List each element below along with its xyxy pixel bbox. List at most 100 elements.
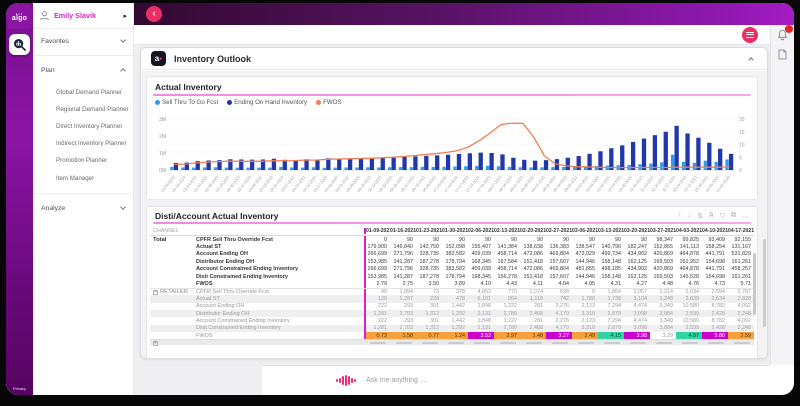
- date-column-header[interactable]: 03-06-2021: [572, 228, 598, 234]
- inventory-chart[interactable]: 0M1M2M3M0510152001-09-202101-16-202101-2…: [149, 114, 758, 200]
- expand-group-button[interactable]: +: [153, 340, 158, 346]
- more-icon[interactable]: …: [742, 212, 749, 220]
- measure-label: FWOS: [196, 332, 213, 339]
- value-cell: 158,148: [601, 258, 622, 265]
- title-underline: [153, 222, 751, 224]
- value-cell: 93,409: [708, 236, 726, 243]
- legend-item[interactable]: FWOS: [316, 99, 342, 106]
- date-column-header[interactable]: 04-10-2021: [702, 228, 728, 234]
- document-button[interactable]: [771, 49, 794, 60]
- value-cell: 0.73: [364, 332, 390, 340]
- date-column-header[interactable]: 04-17-2021: [728, 228, 754, 234]
- value-cell: 3,104: [633, 295, 648, 302]
- value-cell: 146,840: [393, 244, 414, 251]
- back-button[interactable]: ‹: [146, 6, 162, 22]
- value-cell: 2,248: [737, 310, 752, 317]
- text-size-icon[interactable]: A: [709, 212, 714, 220]
- table-title: Disti/Account Actual Inventory: [155, 211, 279, 221]
- top-bar: ‹: [134, 3, 794, 25]
- menu-button[interactable]: [742, 27, 758, 43]
- sort-up-icon[interactable]: ↑: [678, 212, 682, 220]
- voice-waveform-icon[interactable]: [336, 375, 357, 386]
- date-column-header[interactable]: 04-03-2021: [676, 228, 702, 234]
- sidebar-item[interactable]: Indirect Inventory Planner: [33, 136, 133, 153]
- value-cell: 4.11: [532, 281, 543, 288]
- svg-text:5: 5: [739, 155, 742, 161]
- value-cell: 153,985: [364, 272, 390, 281]
- value-cell: 420,869: [653, 266, 674, 273]
- value-cell: 162,125: [627, 273, 648, 280]
- date-column-header[interactable]: 01-23-2021: [416, 228, 442, 234]
- user-expand-arrow-icon[interactable]: ▸: [123, 12, 127, 20]
- value-cell: 271,796: [393, 266, 414, 273]
- value-cell: 531,829: [731, 251, 752, 258]
- export-icon[interactable]: ⧉: [731, 212, 736, 220]
- value-cell: 2,828: [737, 295, 752, 302]
- sidebar-section-plan[interactable]: Plan: [33, 58, 133, 82]
- sidebar-item[interactable]: Direct Inventory Planner: [33, 118, 133, 135]
- date-column-header[interactable]: 03-13-2021: [598, 228, 624, 234]
- date-column-header[interactable]: 02-13-2021: [494, 228, 520, 234]
- value-cell: 2.49: [572, 332, 598, 340]
- expand-group-button[interactable]: +: [153, 289, 158, 295]
- user-menu[interactable]: Emily Slavik ▸: [33, 3, 133, 29]
- value-cell: 92,155: [734, 236, 752, 243]
- date-column-header[interactable]: 02-27-2021: [546, 228, 572, 234]
- date-column-header[interactable]: 02-06-2021: [468, 228, 494, 234]
- value-cell: 5.71: [740, 281, 752, 288]
- sidebar-section-analyze[interactable]: Analyze: [33, 196, 133, 220]
- value-cell: 2,879: [607, 310, 622, 317]
- value-cell: 1.58: [390, 332, 416, 340]
- svg-text:0: 0: [739, 168, 742, 174]
- value-cell: 3,310: [581, 325, 596, 332]
- sidebar-item[interactable]: Regional Demand Planner: [33, 101, 133, 118]
- value-cell: 167,584: [497, 258, 518, 265]
- date-column-header[interactable]: 03-20-2021: [624, 228, 650, 234]
- date-column-header[interactable]: 03-27-2021: [650, 228, 676, 234]
- privacy-link[interactable]: Privacy: [6, 386, 33, 391]
- measure-label: Account Constrained Ending Inventory: [196, 266, 299, 273]
- date-column-header[interactable]: 02-20-2021: [520, 228, 546, 234]
- data-grid: CHANNEL 01-09-2021 01-16-2021 01-23-2021 01-…: [150, 226, 754, 346]
- group-name[interactable]: RETAILER: [160, 289, 194, 295]
- legend-item[interactable]: Ending On Hand Inventory: [227, 99, 307, 106]
- table-row: Account Constrained Ending Inventory 222 2…: [150, 317, 754, 325]
- notifications-button[interactable]: [771, 25, 794, 41]
- sidebar-item[interactable]: Global Demand Planner: [33, 84, 133, 101]
- collapse-panel-chevron-icon[interactable]: [748, 56, 754, 63]
- legend-item[interactable]: Sell Thru To Go Fcst: [155, 99, 218, 106]
- algo-logo[interactable]: ••• algo: [7, 4, 32, 29]
- value-cell: 266,699: [364, 250, 390, 259]
- sidebar-section-favorites[interactable]: Favorites: [33, 29, 133, 53]
- sidebar-item[interactable]: Item Manager: [33, 170, 133, 187]
- algo-logo-text: algo: [11, 14, 28, 22]
- search-analytics-button[interactable]: [9, 34, 30, 55]
- date-column-header[interactable]: 01-30-2021: [442, 228, 468, 234]
- value-cell: 328,735: [419, 266, 440, 273]
- group-name[interactable]: Total: [153, 237, 187, 243]
- panel-body: Actual Inventory Sell Thru To Go Fcst End…: [141, 71, 767, 358]
- table-row: Actual ST 179,900 146,840 142,750 152,098 155…: [150, 243, 754, 251]
- measure-label: CPFR Sell Thru Override Fcst: [196, 288, 269, 295]
- sidebar-item[interactable]: Promotion Planner: [33, 153, 133, 170]
- value-cell: 145,528: [679, 273, 700, 280]
- expand-rows-icon[interactable]: ⇅: [697, 212, 703, 220]
- vertical-scrollbar[interactable]: [753, 253, 756, 315]
- sort-down-icon[interactable]: ↓: [688, 212, 692, 220]
- filter-icon[interactable]: ▽: [720, 212, 725, 220]
- date-column-header[interactable]: 01-16-2021: [390, 228, 416, 234]
- ask-me-anything-input[interactable]: [364, 376, 585, 385]
- value-cell: 161,261: [731, 258, 752, 265]
- table-row: + RETAILER CPFR Sell Thru Override Fcst 40 1…: [150, 287, 754, 296]
- value-cell: 472,086: [523, 251, 544, 258]
- app-window: ••• algo Privacy Emily Slavik ▸ Favorite…: [6, 3, 794, 395]
- panel-scrollbar[interactable]: [763, 239, 766, 327]
- value-cell: 1,442: [451, 303, 466, 310]
- value-cell: 441,791: [705, 266, 726, 273]
- value-cell: 162,125: [627, 258, 648, 265]
- value-cell: 2.79: [364, 280, 390, 288]
- value-cell: 2,248: [737, 325, 752, 332]
- measure-label: Actual ST: [196, 244, 222, 251]
- value-cell: 3.52: [468, 332, 494, 340]
- date-column-header[interactable]: 01-09-2021: [364, 227, 390, 234]
